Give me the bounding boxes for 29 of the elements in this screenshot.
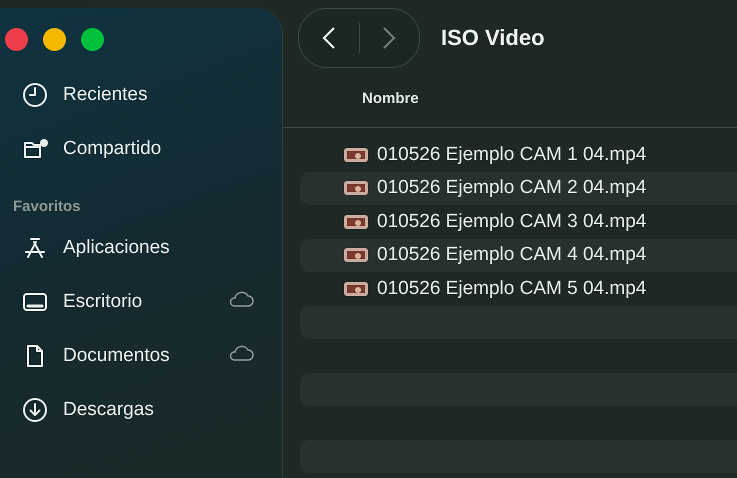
cloud-icon	[227, 290, 254, 308]
video-thumbnail-icon	[344, 148, 368, 162]
sidebar-item[interactable]: Documentos	[0, 329, 282, 383]
sidebar-item[interactable]: Escritorio	[0, 275, 282, 329]
sidebar-item[interactable]: Recientes	[0, 68, 282, 122]
sidebar-item[interactable]: Descargas	[0, 383, 282, 437]
file-row[interactable]: 010526 Ejemplo CAM 3 04.mp4	[300, 205, 737, 238]
video-thumbnail-icon	[344, 181, 368, 196]
file-row[interactable]: 010526 Ejemplo CAM 1 04.mp4	[300, 138, 737, 172]
video-thumbnail-icon	[344, 282, 368, 296]
video-thumbnail-icon	[344, 248, 368, 262]
file-row[interactable]: 010526 Ejemplo CAM 2 04.mp4	[300, 172, 737, 205]
video-thumbnail-icon	[344, 214, 368, 229]
sidebar-item[interactable]: Compartido	[0, 122, 282, 176]
app-store-icon	[22, 235, 48, 261]
zoom-button[interactable]	[81, 28, 104, 51]
column-header[interactable]: Nombre	[362, 90, 419, 106]
sidebar-item[interactable]: Aplicaciones	[0, 221, 282, 275]
chevron-left-icon	[322, 26, 336, 50]
file-row[interactable]: 010526 Ejemplo CAM 5 04.mp4	[300, 272, 737, 306]
download-icon	[22, 397, 48, 423]
window-title: ISO Video	[441, 24, 545, 50]
chevron-right-icon	[382, 26, 396, 50]
file-row[interactable]: 010526 Ejemplo CAM 4 04.mp4	[300, 238, 737, 272]
minimize-button[interactable]	[43, 28, 66, 51]
close-button[interactable]	[5, 28, 28, 51]
cloud-icon	[227, 344, 254, 362]
section-title: Favoritos	[12, 197, 82, 217]
clock-icon	[22, 82, 48, 108]
